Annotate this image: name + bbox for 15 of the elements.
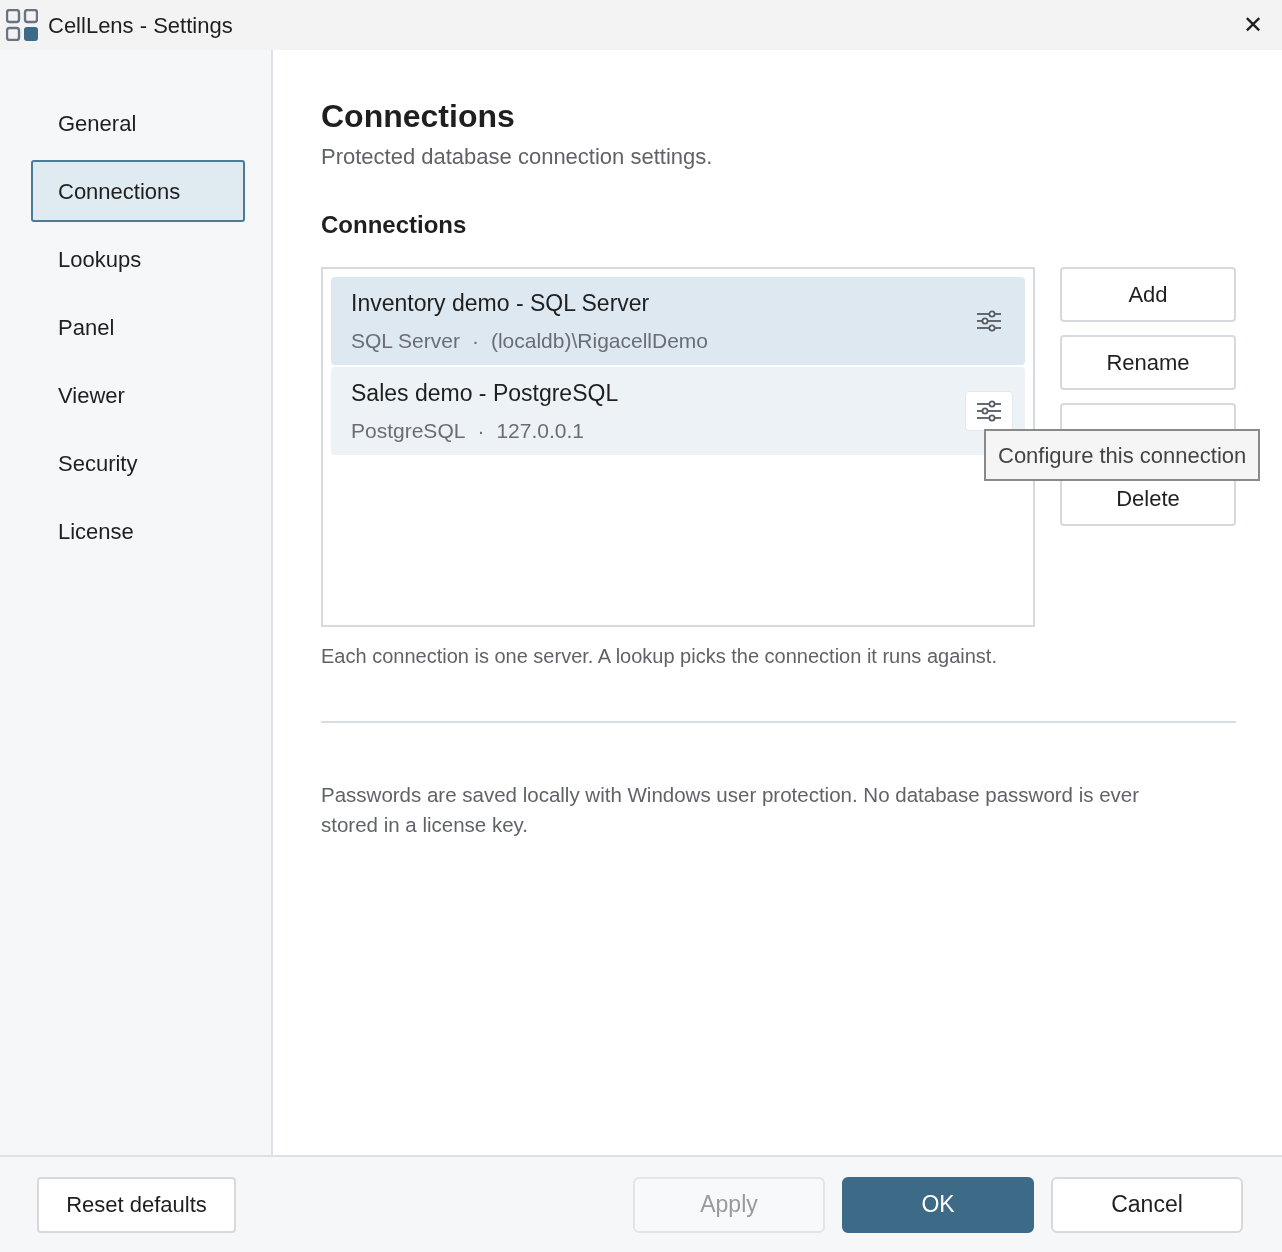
separator-dot: ·	[471, 327, 479, 354]
window-title: CellLens - Settings	[48, 11, 233, 40]
connection-type: SQL Server	[351, 327, 460, 354]
connection-server: (localdb)\RigacellDemo	[490, 327, 709, 354]
connection-note: Each connection is one server. A lookup picks the connection it runs against.	[321, 644, 998, 669]
connection-type: PostgreSQL	[351, 417, 466, 444]
separator-dot: ·	[477, 417, 485, 444]
connection-server: 127.0.0.1	[496, 417, 584, 444]
section-heading: Connections	[321, 210, 468, 240]
tooltip: Configure this connection	[984, 429, 1261, 481]
page-title: Connections	[321, 97, 516, 136]
security-note: Passwords are saved locally with Windows user protection. No database password is ever stored in a license key.	[321, 782, 1141, 838]
page-subtitle: Protected database connection settings.	[321, 143, 714, 171]
connection-name: Sales demo - PostgreSQL	[351, 379, 620, 408]
connection-name: Inventory demo - SQL Server	[351, 289, 651, 318]
